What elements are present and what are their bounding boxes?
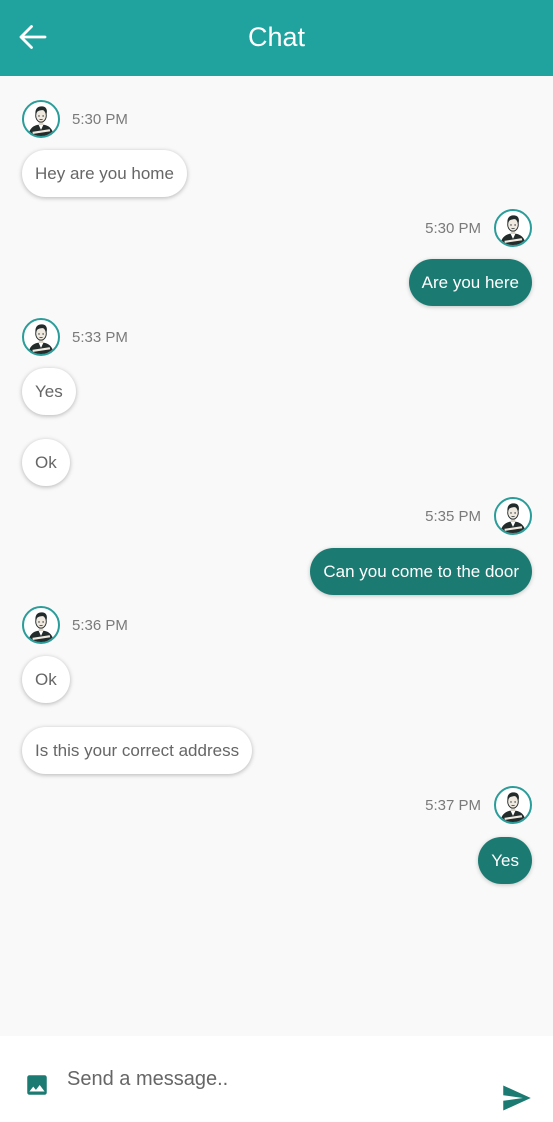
app-bar: Chat — [0, 0, 553, 76]
person-avatar-icon — [24, 320, 58, 354]
message-time: 5:30 PM — [72, 110, 128, 128]
message-time: 5:35 PM — [425, 507, 481, 525]
avatar[interactable] — [494, 497, 532, 535]
avatar[interactable] — [494, 209, 532, 247]
message-text: Ok — [35, 669, 57, 689]
message-text: Is this your correct address — [35, 740, 240, 760]
message-list[interactable]: 5:30 PM Hey are you home 5:30 PM Are you… — [0, 76, 553, 1036]
image-icon — [27, 1075, 47, 1095]
message-composer — [0, 1036, 553, 1122]
person-avatar-icon — [496, 499, 530, 533]
outgoing-message-bubble[interactable]: Are you here — [408, 259, 532, 306]
message-text: Can you come to the door — [323, 561, 519, 581]
person-avatar-icon — [24, 102, 58, 136]
person-avatar-icon — [496, 211, 530, 245]
message-meta: 5:30 PM — [22, 99, 128, 139]
message-meta: 5:33 PM — [22, 317, 128, 357]
person-avatar-icon — [24, 608, 58, 642]
message-time: 5:37 PM — [425, 796, 481, 814]
message-text: Ok — [35, 452, 57, 472]
message-text: Yes — [35, 381, 63, 401]
message-input[interactable] — [67, 1062, 477, 1096]
message-meta: 5:36 PM — [22, 605, 128, 645]
incoming-message-bubble[interactable]: Ok — [22, 439, 70, 486]
message-text: Are you here — [421, 272, 519, 292]
message-meta: 5:35 PM — [425, 496, 532, 536]
message-text: Yes — [491, 850, 519, 870]
attach-image-button[interactable] — [24, 1072, 50, 1098]
send-button[interactable] — [502, 1084, 532, 1112]
outgoing-message-bubble[interactable]: Yes — [478, 837, 532, 884]
avatar[interactable] — [494, 786, 532, 824]
outgoing-message-bubble[interactable]: Can you come to the door — [310, 548, 532, 595]
avatar[interactable] — [22, 100, 60, 138]
avatar[interactable] — [22, 606, 60, 644]
message-meta: 5:30 PM — [425, 208, 532, 248]
incoming-message-bubble[interactable]: Ok — [22, 656, 70, 703]
person-avatar-icon — [496, 788, 530, 822]
page-title: Chat — [247, 22, 306, 52]
incoming-message-bubble[interactable]: Is this your correct address — [22, 727, 253, 774]
avatar[interactable] — [22, 318, 60, 356]
incoming-message-bubble[interactable]: Yes — [22, 368, 76, 415]
message-time: 5:33 PM — [72, 328, 128, 346]
message-time: 5:36 PM — [72, 616, 128, 634]
message-time: 5:30 PM — [425, 219, 481, 237]
incoming-message-bubble[interactable]: Hey are you home — [22, 150, 187, 197]
message-text: Hey are you home — [35, 163, 174, 183]
message-meta: 5:37 PM — [425, 785, 532, 825]
send-icon — [503, 1085, 531, 1111]
